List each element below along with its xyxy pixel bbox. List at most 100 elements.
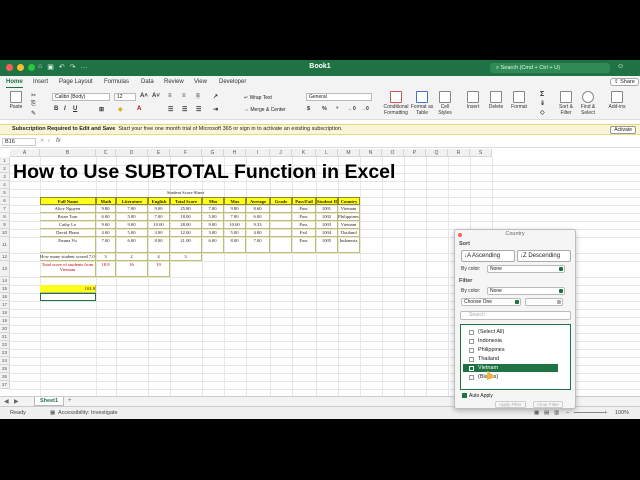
row-header[interactable]: 12 (0, 253, 10, 261)
table-cell[interactable]: 7.00 (224, 213, 246, 221)
row-header[interactable]: 7 (0, 205, 10, 213)
table-cell[interactable]: 9.00 (202, 221, 224, 229)
row-header[interactable]: 3 (0, 173, 10, 181)
font-size-select[interactable]: 12 (114, 93, 136, 101)
clear-filter-button[interactable]: Clear Filter (533, 401, 564, 408)
sheet-tab-sheet1[interactable]: Sheet1 (34, 397, 65, 406)
underline-icon[interactable]: U (73, 106, 77, 112)
column-header[interactable]: L (316, 149, 338, 157)
table-cell[interactable]: 6.00 (116, 237, 148, 253)
table-cell[interactable]: Vietnam (338, 221, 360, 229)
tab-review[interactable]: Review (164, 79, 184, 85)
filter-by-color-select[interactable]: None (487, 287, 565, 295)
table-cell[interactable]: 9.80 (96, 205, 116, 213)
insert-cells-button[interactable]: Insert (463, 91, 483, 110)
table-cell[interactable]: 6.00 (96, 213, 116, 221)
row-header[interactable]: 22 (0, 341, 10, 349)
column-filter-header[interactable]: English (148, 197, 170, 205)
percent-icon[interactable]: % (322, 106, 327, 112)
table-cell[interactable]: 21.00 (170, 237, 202, 253)
table-cell[interactable]: David Pham (40, 229, 96, 237)
table-cell[interactable] (270, 221, 292, 229)
row-header[interactable]: 15 (0, 285, 10, 293)
increase-font-icon[interactable]: A˄ (140, 93, 148, 99)
row-header[interactable]: 27 (0, 381, 10, 389)
total-label-cell[interactable]: Total score of students from Vietnam (40, 261, 96, 277)
table-cell[interactable]: 9.00 (148, 205, 170, 213)
filter-criteria-input[interactable] (525, 298, 563, 306)
row-header[interactable]: 11 (0, 237, 10, 253)
table-cell[interactable]: Pass (292, 205, 316, 213)
column-header[interactable]: N (360, 149, 382, 157)
autosum-icon[interactable]: Σ (540, 91, 544, 98)
zoom-in-icon[interactable]: + (604, 407, 607, 419)
table-cell[interactable]: 12.00 (170, 229, 202, 237)
table-cell[interactable]: 18.00 (170, 213, 202, 221)
sort-descending-button[interactable]: ↓Z Descending (517, 250, 571, 262)
font-name-select[interactable]: Calibri (Body) (52, 93, 110, 101)
row-header[interactable]: 20 (0, 325, 10, 333)
table-cell[interactable] (270, 237, 292, 253)
column-filter-header[interactable]: Min (202, 197, 224, 205)
sum-cell[interactable]: 104.8 (40, 285, 96, 293)
table-cell[interactable]: 8.60 (246, 205, 270, 213)
table-cell[interactable]: 10.00 (148, 221, 170, 229)
table-cell[interactable]: 1005 (316, 237, 338, 253)
table-cell[interactable]: Pass (292, 213, 316, 221)
align-left-icon[interactable]: ☰ (168, 106, 173, 113)
table-cell[interactable]: 8.00 (148, 237, 170, 253)
column-header[interactable]: C (96, 149, 116, 157)
cut-icon[interactable]: ✂ (31, 92, 36, 99)
activate-button[interactable]: Activate (610, 126, 636, 134)
font-color-icon[interactable]: A (137, 106, 141, 112)
table-cell[interactable]: 5.00 (224, 229, 246, 237)
tab-formulas[interactable]: Formulas (104, 79, 129, 85)
tab-data[interactable]: Data (141, 79, 154, 85)
table-cell[interactable]: 3.00 (148, 229, 170, 237)
column-header[interactable]: P (404, 149, 426, 157)
table-cell[interactable]: 9.00 (116, 221, 148, 229)
accessibility-status[interactable]: Accessibility: Investigate (58, 407, 118, 419)
column-header[interactable]: J (270, 149, 292, 157)
filter-search-input[interactable]: Search (460, 311, 571, 320)
row-header[interactable]: 14 (0, 277, 10, 285)
column-header[interactable]: M (338, 149, 360, 157)
cancel-edit-icon[interactable]: ✕ (40, 138, 44, 144)
checkbox-icon[interactable] (469, 348, 474, 353)
align-bottom-icon[interactable]: ≡ (196, 93, 200, 99)
column-filter-header[interactable]: Pass/Fail (292, 197, 316, 205)
table-cell[interactable] (270, 213, 292, 221)
table-cell[interactable]: 28.00 (170, 221, 202, 229)
column-header[interactable]: G (202, 149, 224, 157)
table-cell[interactable]: 7.00 (202, 205, 224, 213)
table-cell[interactable]: 6.00 (202, 237, 224, 253)
orientation-icon[interactable]: ↗ (213, 93, 218, 100)
column-header[interactable]: E (148, 149, 170, 157)
table-cell[interactable]: Pass (292, 221, 316, 229)
table-cell[interactable]: 10.00 (224, 221, 246, 229)
column-header[interactable]: H (224, 149, 246, 157)
decrease-font-icon[interactable]: A˅ (152, 93, 160, 99)
delete-cells-button[interactable]: Delete (486, 91, 506, 110)
table-cell[interactable]: 1004 (316, 229, 338, 237)
table-cell[interactable]: Thailand (338, 229, 360, 237)
insert-function-button[interactable]: fx (56, 138, 61, 144)
count-value-cell[interactable]: 2 (116, 253, 148, 261)
table-cell[interactable]: 1001 (316, 205, 338, 213)
column-filter-header[interactable]: Full Name (40, 197, 96, 205)
total-value-cell[interactable]: 19 (148, 261, 170, 277)
choose-one-select[interactable]: Choose One (461, 298, 521, 306)
cell-styles-button[interactable]: Cell Styles (434, 91, 456, 116)
table-cell[interactable]: 9.80 (224, 205, 246, 213)
apply-filter-button[interactable]: Apply Filter (495, 401, 526, 408)
align-right-icon[interactable]: ☰ (196, 106, 201, 113)
column-header[interactable]: S (470, 149, 492, 157)
tab-developer[interactable]: Developer (219, 79, 246, 85)
auto-apply-checkbox[interactable]: Auto Apply (462, 393, 493, 399)
account-icon[interactable]: ☺ (617, 63, 624, 70)
increase-decimal-icon[interactable]: ←0 (348, 106, 356, 112)
table-cell[interactable]: 9.33 (246, 221, 270, 229)
table-cell[interactable]: 9.00 (96, 221, 116, 229)
clear-icon[interactable]: ◇ (540, 109, 545, 116)
tab-home[interactable]: Home (6, 79, 23, 88)
